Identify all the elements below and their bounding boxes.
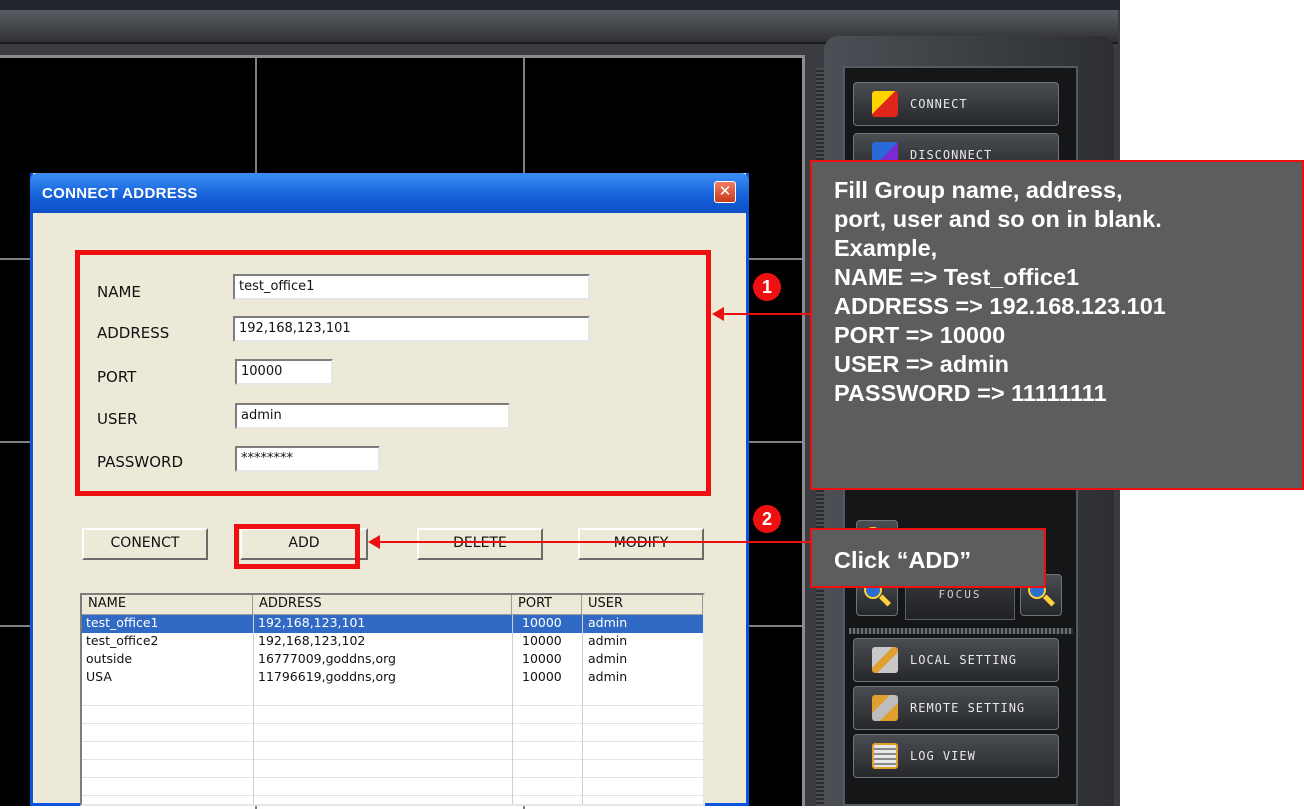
list-rows: test_office1 192,168,123,101 10000 admin…	[82, 615, 703, 687]
panel-divider	[849, 628, 1073, 634]
list-row[interactable]: outside 16777009,goddns,org 10000 admin	[82, 651, 703, 669]
row-name: test_office1	[86, 615, 159, 630]
list-row[interactable]: USA 11796619,goddns,org 10000 admin	[82, 669, 703, 687]
arrowhead-left-icon	[368, 535, 380, 549]
column-divider	[582, 615, 583, 804]
grid-line	[82, 723, 703, 724]
connect-button[interactable]: CONNECT	[853, 82, 1059, 126]
row-user: admin	[588, 669, 628, 684]
modify-button[interactable]: MODIFY	[578, 528, 704, 560]
connect-button-label: CONNECT	[910, 97, 968, 111]
list-row[interactable]: test_office2 192,168,123,102 10000 admin	[82, 633, 703, 651]
dialog-titlebar[interactable]: CONNECT ADDRESS ✕	[30, 173, 749, 213]
row-user: admin	[588, 651, 628, 666]
close-icon[interactable]: ✕	[714, 181, 736, 203]
row-port: 10000	[522, 615, 562, 630]
instruction-callout: Fill Group name, address, port, user and…	[810, 160, 1304, 490]
row-port: 10000	[522, 651, 562, 666]
log-view-button[interactable]: LOG VIEW	[853, 734, 1059, 778]
callout-line: Example,	[834, 235, 938, 261]
column-header-port[interactable]: PORT	[512, 595, 582, 615]
connect-icon	[872, 91, 898, 117]
row-address: 192,168,123,101	[258, 615, 366, 630]
row-user: admin	[588, 633, 628, 648]
remote-setting-button[interactable]: REMOTE SETTING	[853, 686, 1059, 730]
delete-button[interactable]: DELETE	[417, 528, 543, 560]
callout-line: port, user and so on in blank.	[834, 206, 1162, 232]
grid-line	[82, 741, 703, 742]
row-port: 10000	[522, 669, 562, 684]
column-header-name[interactable]: NAME	[82, 595, 253, 615]
dialog-title: CONNECT ADDRESS	[42, 185, 198, 202]
grid-line	[82, 705, 703, 706]
log-view-label: LOG VIEW	[910, 749, 976, 763]
click-add-callout: Click “ADD”	[810, 528, 1046, 588]
tools-icon	[872, 647, 898, 673]
fields-highlight-box	[75, 250, 711, 496]
row-port: 10000	[522, 633, 562, 648]
callout-line: ADDRESS => 192.168.123.101	[834, 293, 1166, 319]
row-address: 192,168,123,102	[258, 633, 366, 648]
column-divider	[512, 615, 513, 804]
callout-line: Fill Group name, address,	[834, 177, 1123, 203]
step-2-badge: 2	[753, 505, 781, 533]
list-row[interactable]: test_office1 192,168,123,101 10000 admin	[82, 615, 703, 633]
row-user: admin	[588, 615, 628, 630]
local-setting-label: LOCAL SETTING	[910, 653, 1017, 667]
row-address: 16777009,goddns,org	[258, 651, 396, 666]
callout-line: PASSWORD => 11111111	[834, 380, 1107, 406]
log-document-icon	[872, 743, 898, 769]
remote-setting-label: REMOTE SETTING	[910, 701, 1026, 715]
arrow-to-add	[378, 541, 812, 543]
connect-dialog-button[interactable]: CONENCT	[82, 528, 208, 560]
callout-line: USER => admin	[834, 351, 1009, 377]
grid-line	[82, 759, 703, 760]
window-top-edge	[0, 0, 1120, 10]
grid-line	[82, 795, 703, 796]
local-setting-button[interactable]: LOCAL SETTING	[853, 638, 1059, 682]
grid-line	[82, 777, 703, 778]
column-header-address[interactable]: ADDRESS	[253, 595, 512, 615]
row-name: USA	[86, 669, 112, 684]
column-divider	[253, 615, 254, 804]
remote-tools-icon	[872, 695, 898, 721]
row-name: outside	[86, 651, 133, 666]
row-name: test_office2	[86, 633, 159, 648]
callout-line: NAME => Test_office1	[834, 264, 1080, 290]
step-1-badge: 1	[753, 273, 781, 301]
add-highlight-box	[234, 524, 360, 569]
address-list[interactable]: NAME ADDRESS PORT USER test_office1 192,…	[80, 593, 705, 806]
column-header-user[interactable]: USER	[582, 595, 703, 615]
arrowhead-left-icon	[712, 307, 724, 321]
row-address: 11796619,goddns,org	[258, 669, 396, 684]
arrow-to-fields	[722, 313, 812, 315]
callout-line: PORT => 10000	[834, 322, 1006, 348]
